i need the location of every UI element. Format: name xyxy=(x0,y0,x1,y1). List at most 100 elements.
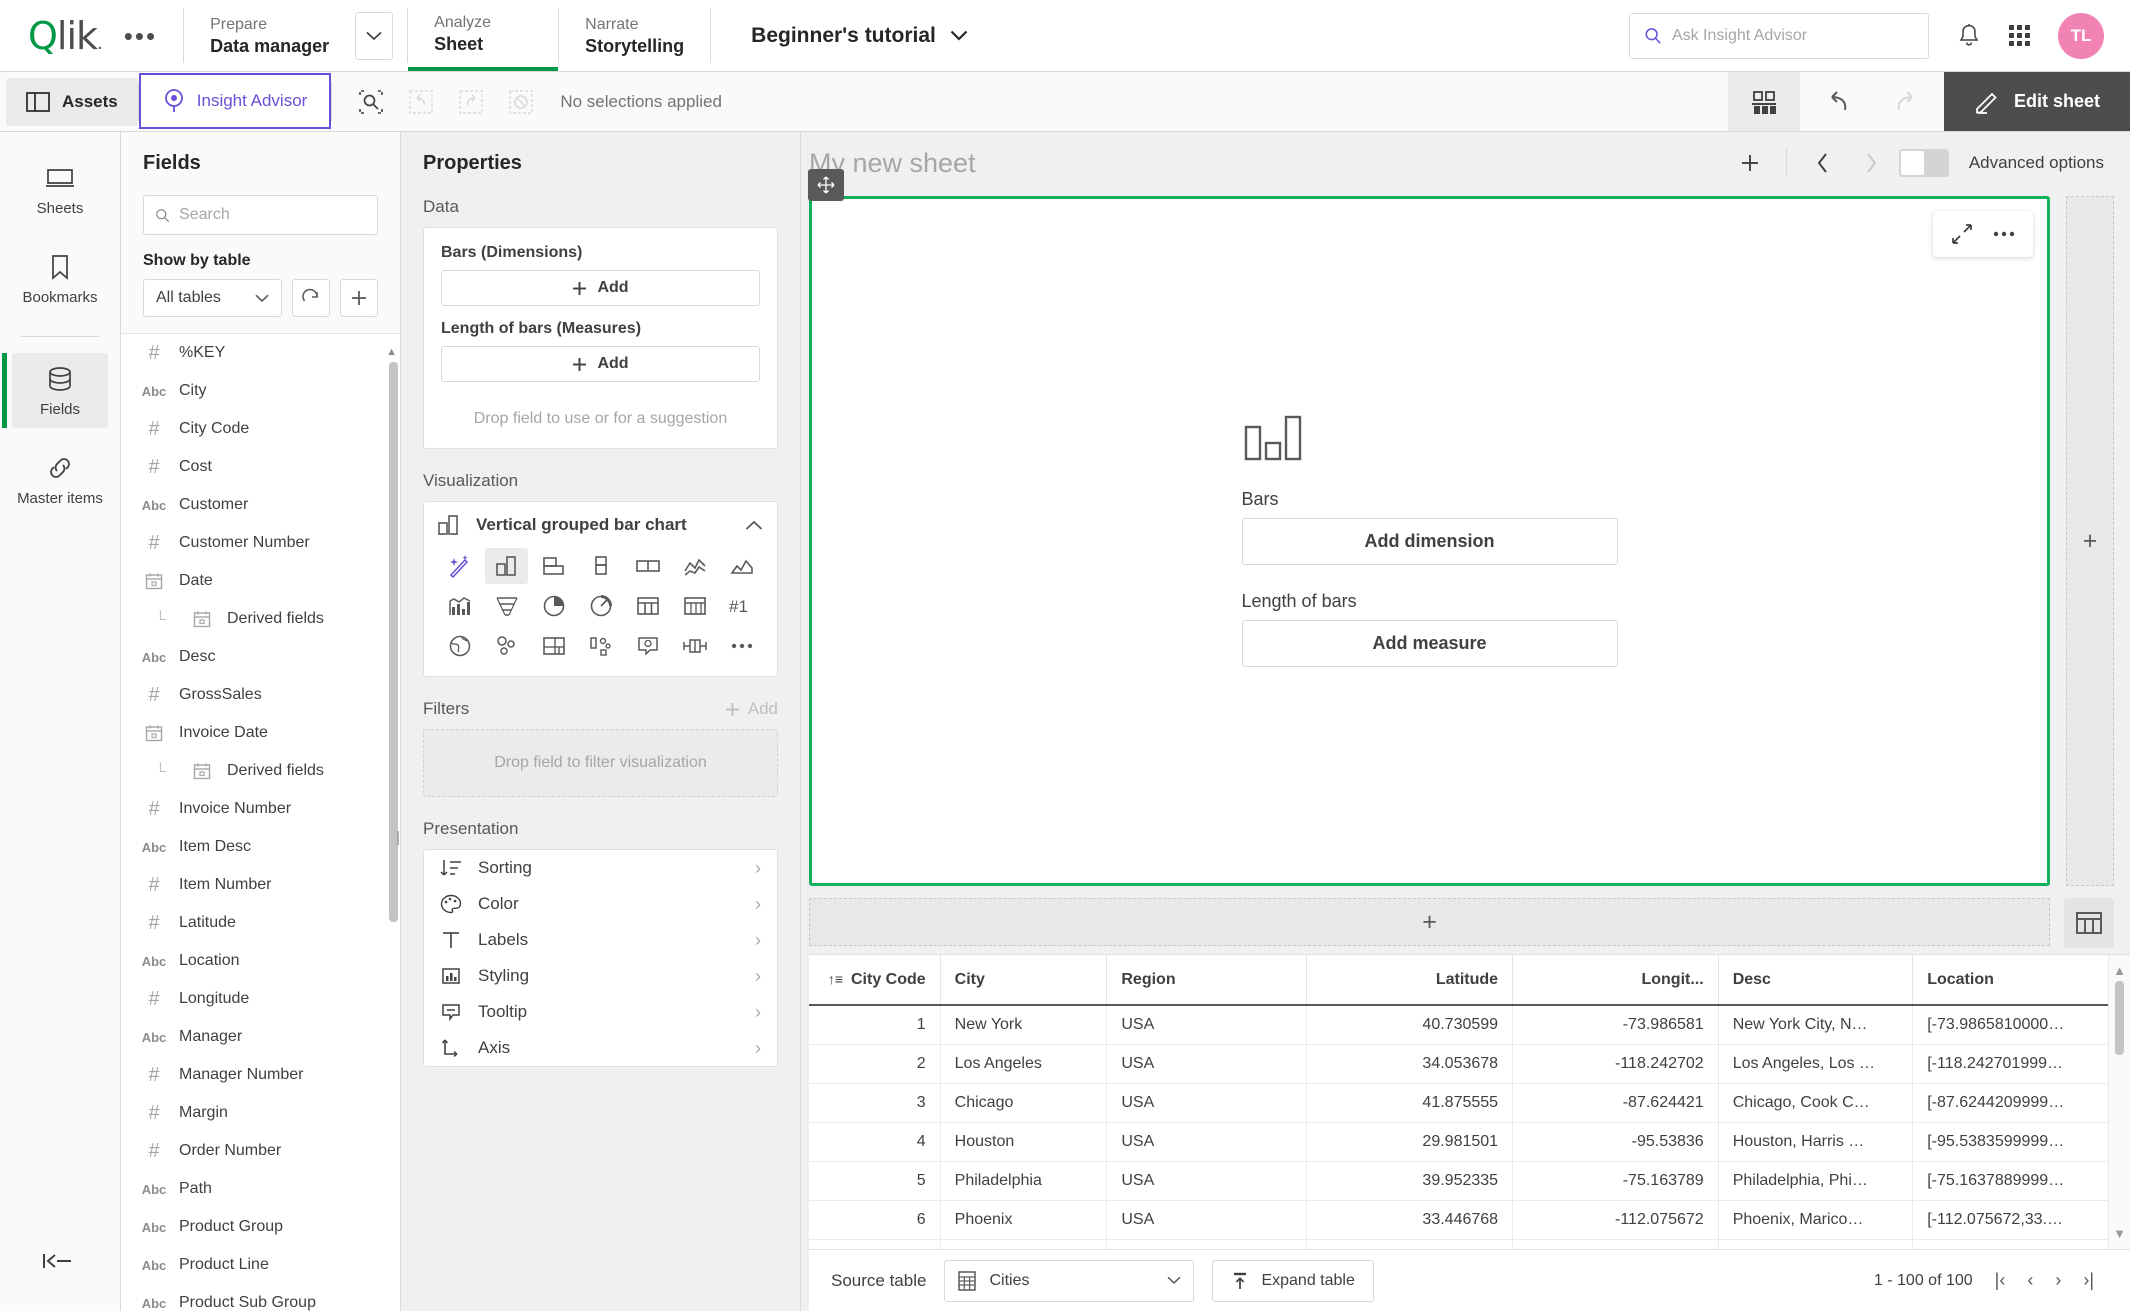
filter-drop-zone[interactable]: Drop field to filter visualization xyxy=(423,729,778,797)
table-cell[interactable]: 41.875555 xyxy=(1306,1083,1514,1123)
viz-pivot-table-icon[interactable] xyxy=(673,588,716,624)
app-grid-icon[interactable] xyxy=(2009,25,2030,46)
presentation-item-sorting[interactable]: Sorting › xyxy=(424,850,777,886)
field-row[interactable]: Abc Desc xyxy=(121,638,400,676)
field-row[interactable]: Date xyxy=(121,562,400,600)
source-table-select[interactable]: Cities xyxy=(944,1259,1195,1302)
viz-histogram-icon[interactable] xyxy=(438,588,481,624)
data-table-scroll-area[interactable]: ↑≡ City Code City Region Latitude Longit... De… xyxy=(809,955,2130,1249)
expand-table-button[interactable]: Expand table xyxy=(1212,1259,1374,1302)
table-row[interactable]: 5 Philadelphia USA 39.952335 -75.163789 Phila… xyxy=(809,1161,2130,1201)
presentation-item-color[interactable]: Color › xyxy=(424,886,777,922)
toggle-data-table-button[interactable] xyxy=(2064,898,2114,948)
chevron-up-icon[interactable] xyxy=(745,520,763,531)
table-row[interactable]: 4 Houston USA 29.981501 -95.53836 Houston, Ha… xyxy=(809,1122,2130,1162)
table-cell[interactable]: 4 xyxy=(809,1122,941,1162)
table-cell[interactable]: [-75.1637889999… xyxy=(1912,1161,2130,1201)
assets-button[interactable]: Assets xyxy=(6,78,138,126)
chart-placeholder-card[interactable]: Bars Add dimension Length of bars Add me… xyxy=(808,169,2050,886)
viz-pie-chart-icon[interactable] xyxy=(532,588,575,624)
table-cell[interactable]: New York xyxy=(940,1005,1108,1045)
viz-text-image-icon[interactable] xyxy=(626,628,669,664)
field-row[interactable]: Abc Location xyxy=(121,942,400,980)
table-cell[interactable]: -98.49514 xyxy=(1512,1239,1719,1249)
viz-treemap-icon[interactable] xyxy=(532,628,575,664)
table-cell[interactable]: Chicago, Cook C… xyxy=(1718,1083,1914,1123)
field-search-box[interactable] xyxy=(143,195,378,235)
field-row[interactable]: # Margin xyxy=(121,1094,400,1132)
field-row[interactable]: # GrossSales xyxy=(121,676,400,714)
add-measure-button[interactable]: Add xyxy=(441,346,760,382)
table-cell[interactable]: -95.53836 xyxy=(1512,1122,1719,1162)
bottom-drop-zone[interactable]: + xyxy=(809,898,2050,946)
table-cell[interactable]: -87.624421 xyxy=(1512,1083,1719,1123)
avatar[interactable]: TL xyxy=(2058,12,2104,59)
scroll-down-icon[interactable]: ▼ xyxy=(2113,1226,2126,1241)
table-cell[interactable]: USA xyxy=(1106,1005,1308,1045)
previous-sheet-button[interactable] xyxy=(1803,143,1843,183)
field-row[interactable]: # Latitude xyxy=(121,904,400,942)
field-row[interactable]: # Longitude xyxy=(121,980,400,1018)
previous-page-button[interactable]: ‹ xyxy=(2027,1270,2033,1291)
presentation-item-axis[interactable]: Axis › xyxy=(424,1030,777,1066)
scroll-up-icon[interactable]: ▲ xyxy=(386,346,397,358)
undo-button[interactable] xyxy=(1800,72,1872,131)
table-cell[interactable]: Philadelphia, Phi… xyxy=(1718,1161,1914,1201)
table-cell[interactable]: 33.446768 xyxy=(1306,1200,1514,1240)
add-dimension-chart-button[interactable]: Add dimension xyxy=(1241,518,1618,565)
collapse-sidebar-button[interactable] xyxy=(43,1251,77,1271)
viz-stacked-bar-icon[interactable] xyxy=(579,548,622,584)
table-cell[interactable]: Phoenix xyxy=(940,1200,1108,1240)
advanced-options-toggle[interactable] xyxy=(1898,149,1949,177)
field-row-derived[interactable]: └ Derived fields xyxy=(121,600,400,638)
column-header-location[interactable]: Location xyxy=(1912,955,2130,1005)
table-cell[interactable]: [-95.5383599999… xyxy=(1912,1122,2130,1162)
table-row[interactable]: 6 Phoenix USA 33.446768 -112.075672 Phoenix, … xyxy=(809,1200,2130,1240)
add-dimension-button[interactable]: Add xyxy=(441,270,760,306)
field-row[interactable]: # City Code xyxy=(121,410,400,448)
field-row[interactable]: Abc City xyxy=(121,372,400,410)
add-measure-chart-button[interactable]: Add measure xyxy=(1241,620,1618,667)
add-sheet-object-button[interactable] xyxy=(1730,143,1770,183)
fields-list[interactable]: # %KEY Abc City # City Code # Cost Abc Customer # C… xyxy=(121,333,400,1311)
viz-kpi-icon[interactable]: #1 xyxy=(720,588,763,624)
add-field-button[interactable] xyxy=(340,279,378,317)
viz-scatter-plot-icon[interactable] xyxy=(485,628,528,664)
notification-bell-icon[interactable] xyxy=(1957,23,1981,49)
table-cell[interactable]: Chicago xyxy=(940,1083,1108,1123)
sidebar-item-master-items[interactable]: Master items xyxy=(12,442,108,517)
nav-item-prepare[interactable]: Prepare Data manager xyxy=(184,0,355,71)
table-cell[interactable]: 7 xyxy=(809,1239,941,1249)
table-cell[interactable]: -75.163789 xyxy=(1512,1161,1719,1201)
column-header-city[interactable]: City xyxy=(940,955,1108,1005)
field-row[interactable]: Abc Product Group xyxy=(121,1208,400,1246)
table-cell[interactable]: 3 xyxy=(809,1083,941,1123)
column-header-latitude[interactable]: Latitude xyxy=(1306,955,1514,1005)
selection-search-button[interactable] xyxy=(354,85,388,119)
table-cell[interactable]: 5 xyxy=(809,1161,941,1201)
table-cell[interactable]: 2 xyxy=(809,1044,941,1084)
table-row[interactable]: 7San AntonioUSA29.4246-98.49514San Anton… xyxy=(809,1239,2130,1249)
nav-item-narrate[interactable]: Narrate Storytelling xyxy=(559,0,710,71)
field-row[interactable]: # Manager Number xyxy=(121,1056,400,1094)
table-cell[interactable]: San Antonio xyxy=(940,1239,1108,1249)
table-cell[interactable]: Phoenix, Marico… xyxy=(1718,1200,1914,1240)
edit-sheet-button[interactable]: Edit sheet xyxy=(1943,72,2130,131)
table-cell[interactable]: 29.981501 xyxy=(1306,1122,1514,1162)
field-row-derived[interactable]: └ Derived fields xyxy=(121,752,400,790)
panel-resize-handle[interactable]: || xyxy=(396,823,400,853)
sidebar-item-fields[interactable]: Fields xyxy=(2,353,108,428)
chart-move-handle[interactable] xyxy=(808,169,844,201)
viz-bar-chart-icon[interactable] xyxy=(485,548,528,584)
viz-block-icon[interactable] xyxy=(626,548,669,584)
field-search-input[interactable] xyxy=(179,206,366,224)
field-row[interactable]: Abc Product Line xyxy=(121,1246,400,1284)
column-header-region[interactable]: Region xyxy=(1106,955,1308,1005)
visualization-type-header[interactable]: Vertical grouped bar chart xyxy=(438,514,763,548)
table-cell[interactable]: -73.986581 xyxy=(1512,1005,1719,1045)
field-row[interactable]: # Order Number xyxy=(121,1132,400,1170)
table-cell[interactable]: [-112.075672,33.… xyxy=(1912,1200,2130,1240)
viz-box-plot-icon[interactable] xyxy=(673,628,716,664)
table-cell[interactable]: Los Angeles xyxy=(940,1044,1108,1084)
field-row[interactable]: Abc Product Sub Group xyxy=(121,1284,400,1311)
